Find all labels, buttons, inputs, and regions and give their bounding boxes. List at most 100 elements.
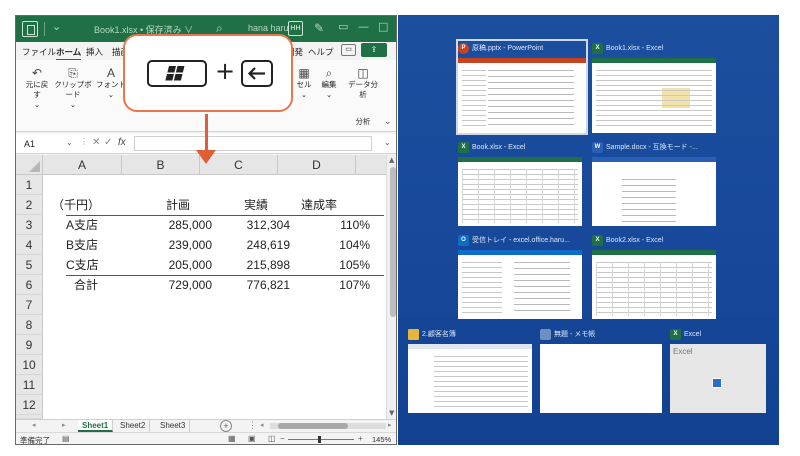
cancel-icon[interactable]: ✕ — [92, 137, 100, 148]
share-icon[interactable]: ⇪ — [361, 43, 387, 57]
column-header-d[interactable]: D — [278, 155, 356, 175]
add-sheet-icon[interactable]: + — [220, 420, 232, 432]
zoom-in-icon[interactable]: + — [358, 434, 363, 443]
table-cell[interactable]: 239,000 — [136, 235, 212, 255]
accessibility-icon[interactable]: ▤ — [62, 434, 70, 443]
table-cell[interactable]: 312,304 — [212, 215, 290, 235]
row-header[interactable]: 11 — [16, 375, 43, 395]
collapse-ribbon-icon[interactable]: ⌄ — [384, 116, 392, 127]
taskview-window-powerpoint[interactable]: P 原稿.pptx - PowerPoint — [456, 39, 588, 135]
scroll-up-icon[interactable]: ▲ — [389, 156, 394, 164]
scroll-right-icon[interactable]: ▸ — [388, 421, 392, 429]
taskview-window-notepad[interactable]: 無題 - メモ帳 — [540, 327, 662, 413]
table-header-cell[interactable]: 実績 — [244, 195, 304, 215]
table-cell[interactable]: 110% — [290, 215, 370, 235]
table-cell[interactable]: 105% — [290, 255, 370, 275]
comments-icon[interactable]: ▭ — [341, 44, 356, 56]
column-header-b[interactable]: B — [122, 155, 200, 175]
select-all-button[interactable] — [16, 155, 43, 175]
quick-access-chevron-icon[interactable]: ⌄ — [52, 20, 61, 33]
clipboard-button[interactable]: ⎘ クリップボード ⌄ — [52, 66, 94, 110]
horizontal-scroll-thumb[interactable] — [278, 423, 348, 429]
taskview-window-customer-folder[interactable]: 2.顧客名簿 — [408, 327, 532, 413]
tab-sheet1[interactable]: Sheet1 — [78, 420, 114, 432]
table-cell[interactable]: 107% — [290, 275, 370, 295]
table-cell[interactable]: 248,619 — [212, 235, 290, 255]
table-cell[interactable]: C支店 — [66, 255, 122, 275]
cells-button[interactable]: ▦ セル ⌄ — [294, 66, 314, 100]
page-break-icon[interactable]: ◫ — [268, 434, 276, 443]
taskview-window-excel-start[interactable]: X Excel Excel — [670, 327, 766, 413]
tab-file[interactable]: ファイル — [22, 46, 56, 58]
taskview-window-book1[interactable]: X Book1.xlsx - Excel — [592, 41, 716, 133]
table-header-cell[interactable]: 計画 — [166, 195, 226, 215]
tab-insert[interactable]: 挿入 — [86, 46, 103, 58]
taskview-window-outlook[interactable]: O 受信トレイ - excel.office.haru... — [458, 233, 582, 319]
pen-icon[interactable]: ✎ — [314, 21, 324, 35]
table-cell[interactable]: 285,000 — [136, 215, 212, 235]
horizontal-scrollbar[interactable] — [270, 423, 386, 429]
maximize-icon[interactable]: □ — [378, 20, 388, 33]
window-title-text: Book2.xlsx - Excel — [606, 237, 664, 244]
row-header[interactable]: 3 — [16, 215, 43, 235]
tab-sheet3[interactable]: Sheet3 — [156, 420, 191, 432]
row-header[interactable]: 1 — [16, 175, 43, 195]
callout-arrow-head-icon — [196, 150, 216, 164]
scroll-thumb[interactable] — [390, 167, 396, 317]
row-header[interactable]: 7 — [16, 295, 43, 315]
taskview-window-book[interactable]: X Book.xlsx - Excel — [458, 140, 582, 226]
enter-icon[interactable]: ✓ — [104, 137, 112, 148]
worksheet-grid[interactable]: A B C D 1 2 3 4 5 6 7 8 9 10 11 12 13 （千… — [16, 155, 386, 419]
more-sheets-icon[interactable]: ⋮ — [248, 420, 257, 431]
table-cell[interactable]: 215,898 — [212, 255, 290, 275]
tab-sheet2[interactable]: Sheet2 — [116, 420, 151, 432]
restore-ribbon-icon[interactable]: ▭ — [338, 20, 348, 33]
table-cell[interactable]: 合計 — [74, 275, 122, 295]
normal-view-icon[interactable]: ▦ — [228, 434, 236, 443]
vertical-scrollbar[interactable]: ▲ ▼ — [386, 155, 396, 419]
editing-button[interactable]: ⌕ 編集 ⌄ — [316, 66, 342, 100]
zoom-slider[interactable] — [288, 439, 354, 440]
table-header-cell[interactable]: 達成率 — [301, 195, 361, 215]
data-analysis-button[interactable]: ◫ データ分析 — [348, 66, 378, 100]
row-header[interactable]: 10 — [16, 355, 43, 375]
tab-help[interactable]: ヘルプ — [308, 46, 334, 58]
window-thumbnail — [458, 250, 582, 319]
table-cell[interactable]: 776,821 — [212, 275, 290, 295]
taskview-window-book2[interactable]: X Book2.xlsx - Excel — [592, 233, 716, 319]
table-cell[interactable]: 205,000 — [136, 255, 212, 275]
prev-sheet-icon[interactable]: ◂ — [32, 421, 36, 429]
row-header[interactable]: 5 — [16, 255, 43, 275]
zoom-out-icon[interactable]: − — [280, 434, 285, 443]
name-box[interactable]: A1 — [24, 139, 35, 149]
table-header-cell[interactable]: （千円） — [52, 195, 118, 215]
row-header[interactable]: 6 — [16, 275, 43, 295]
row-header[interactable]: 8 — [16, 315, 43, 335]
column-header-a[interactable]: A — [43, 155, 122, 175]
name-box-chevron-icon[interactable]: ⌄ — [66, 138, 73, 147]
table-cell[interactable]: A支店 — [66, 215, 122, 235]
scroll-left-icon[interactable]: ◂ — [260, 421, 264, 429]
taskview-window-sample-docx[interactable]: W Sample.docx - 互換モード -... — [592, 140, 716, 226]
scroll-down-icon[interactable]: ▼ — [389, 409, 394, 417]
page-layout-icon[interactable]: ▣ — [248, 434, 256, 443]
tab-home[interactable]: ホーム — [56, 46, 82, 61]
next-sheet-icon[interactable]: ▸ — [62, 421, 66, 429]
insert-function-button[interactable]: fx — [118, 137, 126, 148]
row-header[interactable]: 4 — [16, 235, 43, 255]
row-header[interactable]: 2 — [16, 195, 43, 215]
table-cell[interactable]: 729,000 — [136, 275, 212, 295]
window-thumbnail — [408, 344, 532, 413]
table-cell[interactable]: 104% — [290, 235, 370, 255]
minimize-icon[interactable]: — — [358, 20, 369, 33]
avatar[interactable]: HH — [288, 21, 303, 36]
formula-input[interactable] — [134, 136, 372, 151]
row-header[interactable]: 12 — [16, 395, 43, 415]
row-header[interactable]: 9 — [16, 335, 43, 355]
font-button[interactable]: A フォント ⌄ — [96, 66, 126, 100]
undo-button[interactable]: ↶ 元に戻す ⌄ — [24, 66, 50, 110]
table-cell[interactable]: B支店 — [66, 235, 122, 255]
zoom-slider-knob[interactable] — [318, 436, 321, 443]
zoom-level[interactable]: 145% — [372, 435, 391, 444]
expand-formula-icon[interactable]: ⌄ — [384, 138, 391, 147]
